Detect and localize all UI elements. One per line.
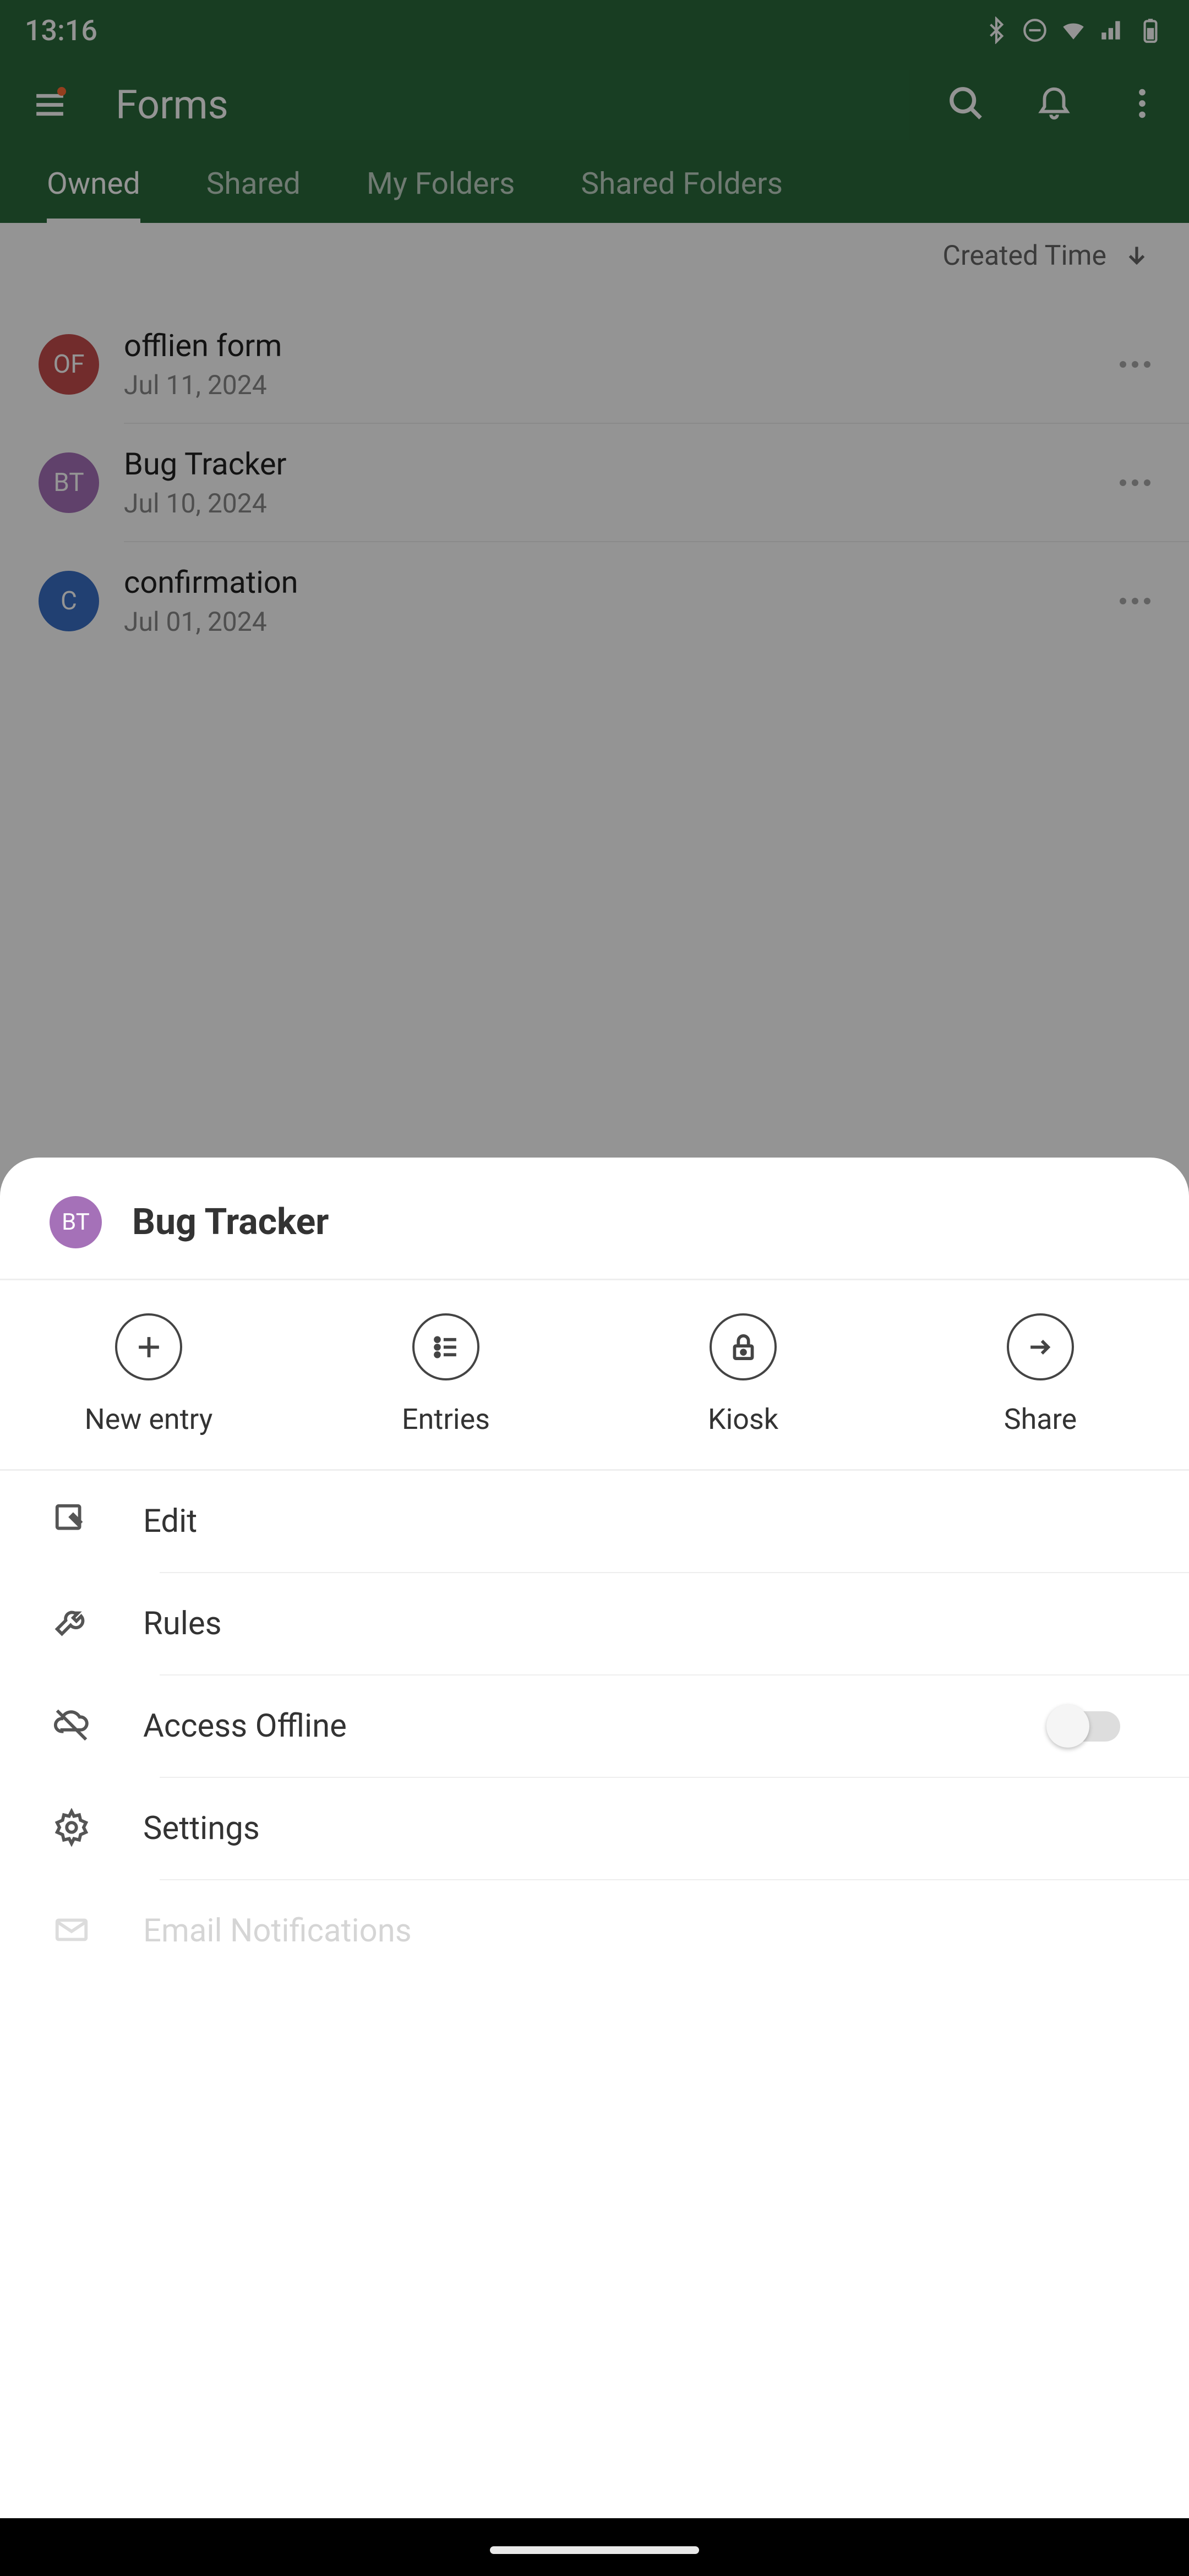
list-icon xyxy=(431,1332,461,1362)
new-entry-button[interactable]: New entry xyxy=(0,1313,297,1436)
edit-item[interactable]: Edit xyxy=(0,1471,1189,1572)
mail-icon xyxy=(52,1911,91,1949)
share-icon xyxy=(1026,1332,1056,1362)
access-offline-item[interactable]: Access Offline xyxy=(0,1676,1189,1777)
entries-button[interactable]: Entries xyxy=(297,1313,594,1436)
plus-icon xyxy=(134,1332,164,1362)
share-button[interactable]: Share xyxy=(892,1313,1189,1436)
access-offline-toggle[interactable] xyxy=(1049,1711,1120,1742)
bottom-sheet: BT Bug Tracker New entry Entries xyxy=(0,1158,1189,2518)
sheet-title: Bug Tracker xyxy=(132,1201,329,1243)
kiosk-button[interactable]: Kiosk xyxy=(594,1313,892,1436)
email-notifications-item[interactable]: Email Notifications xyxy=(0,1880,1189,1951)
rules-item[interactable]: Rules xyxy=(0,1573,1189,1674)
avatar: BT xyxy=(50,1196,102,1248)
sheet-actions: New entry Entries Kiosk Share xyxy=(0,1280,1189,1469)
nav-handle[interactable] xyxy=(490,2546,699,2554)
cloud-off-icon xyxy=(52,1706,91,1744)
settings-item[interactable]: Settings xyxy=(0,1778,1189,1879)
lock-icon xyxy=(728,1332,759,1362)
sheet-header: BT Bug Tracker xyxy=(0,1174,1189,1279)
gear-icon xyxy=(52,1808,91,1847)
wrench-icon xyxy=(52,1603,91,1642)
edit-icon xyxy=(52,1501,91,1540)
